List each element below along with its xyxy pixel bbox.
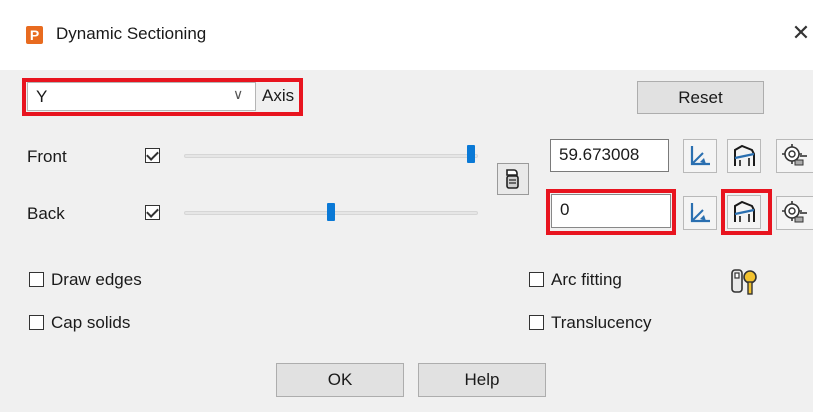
axis-pick-icon [690, 146, 710, 166]
hand-icon [506, 169, 519, 189]
back-pick-point-button[interactable] [683, 196, 717, 230]
front-slider-thumb[interactable] [467, 145, 475, 163]
reset-button[interactable]: Reset [637, 81, 764, 114]
link-toggle-button[interactable] [497, 163, 529, 195]
window-title: Dynamic Sectioning [56, 24, 207, 43]
back-section-button[interactable] [727, 195, 761, 229]
back-view-button[interactable] [776, 196, 813, 230]
front-label: Front [27, 147, 67, 166]
cap-solids-checkbox[interactable] [29, 315, 44, 330]
axis-dropdown-value: Y [36, 87, 48, 106]
front-pick-point-button[interactable] [683, 139, 717, 173]
cap-solids-label: Cap solids [51, 313, 131, 332]
chevron-down-icon: ∨ [233, 86, 244, 102]
dialog-body [0, 70, 813, 412]
title-bar: P Dynamic Sectioning ✕ [0, 0, 813, 70]
app-icon: P [26, 26, 43, 44]
close-button[interactable]: ✕ [788, 18, 813, 48]
arc-fitting-checkbox[interactable] [529, 272, 544, 287]
back-value-field[interactable]: 0 [551, 194, 671, 228]
back-label: Back [27, 204, 65, 223]
draw-edges-checkbox[interactable] [29, 272, 44, 287]
axis-dropdown[interactable]: Y ∨ [27, 82, 256, 111]
view-gear-icon [782, 201, 807, 223]
back-checkbox[interactable] [145, 205, 160, 220]
help-button[interactable]: Help [418, 363, 546, 397]
arc-fitting-label: Arc fitting [551, 270, 622, 289]
translucency-label: Translucency [551, 313, 652, 332]
front-section-button[interactable] [727, 139, 761, 173]
front-view-button[interactable] [776, 139, 813, 173]
axis-label: Axis [262, 86, 295, 105]
section-plane-icon [734, 200, 755, 222]
ok-button[interactable]: OK [276, 363, 404, 397]
axis-pick-icon [690, 203, 710, 223]
tools-icon [731, 269, 757, 295]
front-value-field[interactable]: 59.673008 [550, 139, 669, 172]
back-slider-thumb[interactable] [327, 203, 335, 221]
view-gear-icon [782, 144, 807, 166]
settings-button[interactable] [724, 263, 764, 301]
section-plane-icon [734, 144, 755, 166]
front-slider-track[interactable] [184, 154, 478, 158]
front-checkbox[interactable] [145, 148, 160, 163]
translucency-checkbox[interactable] [529, 315, 544, 330]
draw-edges-label: Draw edges [51, 270, 142, 289]
